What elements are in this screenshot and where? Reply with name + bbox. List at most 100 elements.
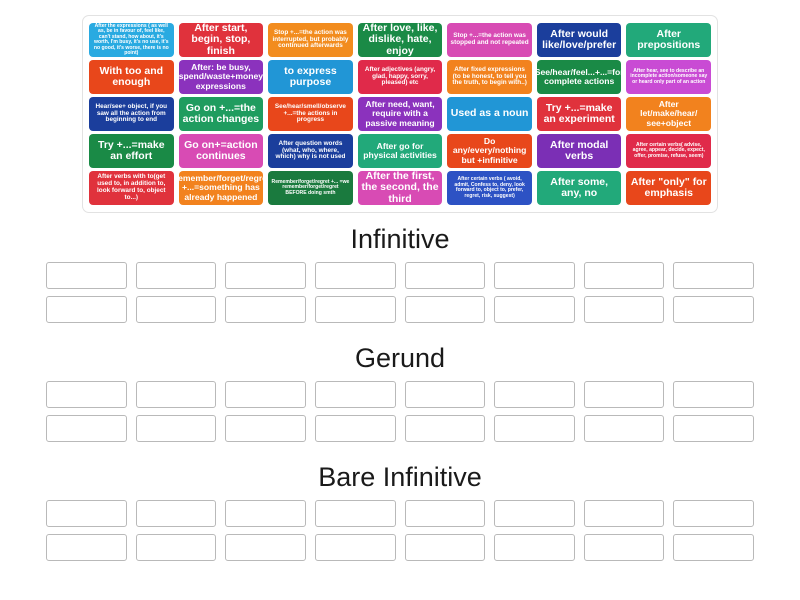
sortable-card[interactable]: After question words (what, who, where, … xyxy=(268,134,353,168)
slot-row xyxy=(0,415,800,442)
sortable-card[interactable]: After fixed expressions (to be honest, t… xyxy=(447,60,532,94)
drop-slot[interactable] xyxy=(404,415,486,442)
drop-slot[interactable] xyxy=(225,534,306,561)
drop-slot[interactable] xyxy=(583,500,665,527)
drop-slot[interactable] xyxy=(583,296,665,323)
sortable-card[interactable]: Go on +...=the action changes xyxy=(178,97,264,131)
drop-slot[interactable] xyxy=(583,534,665,561)
drop-slot[interactable] xyxy=(314,415,396,442)
drop-slot[interactable] xyxy=(494,415,575,442)
drop-slot[interactable] xyxy=(46,381,127,408)
drop-slot[interactable] xyxy=(583,262,665,289)
sortable-card[interactable]: to express purpose xyxy=(268,60,353,94)
drop-slot[interactable] xyxy=(314,500,396,527)
sortable-card[interactable]: After the first, the second, the third xyxy=(357,171,443,205)
sortable-card[interactable]: After love, like, dislike, hate, enjoy xyxy=(357,23,443,57)
drop-slot[interactable] xyxy=(404,296,486,323)
sortable-card[interactable]: See/hear/smell/observe +...=the actions … xyxy=(268,97,353,131)
sortable-card[interactable]: After some, any, no xyxy=(536,171,622,205)
category-title: Infinitive xyxy=(350,224,450,254)
drop-slot[interactable] xyxy=(404,500,486,527)
drop-slot[interactable] xyxy=(135,296,217,323)
sortable-card[interactable]: Stop +...=the action was stopped and not… xyxy=(447,23,532,57)
card-bank-panel: After the expressions ( as well as, be i… xyxy=(82,15,718,213)
sortable-card[interactable]: After go for physical activities xyxy=(357,134,443,168)
category-gerund: Gerund xyxy=(0,345,800,449)
sortable-card[interactable]: Remember/forget/regret +...=something ha… xyxy=(178,171,264,205)
drop-slot[interactable] xyxy=(494,534,575,561)
sortable-card[interactable]: Do any/every/nothing but +infinitive xyxy=(447,134,532,168)
drop-slot[interactable] xyxy=(673,262,754,289)
card-bank-row: Hear/see+ object, if you saw all the act… xyxy=(89,97,712,131)
drop-slot[interactable] xyxy=(673,415,754,442)
sortable-card[interactable]: After need, want, require with a passive… xyxy=(357,97,443,131)
sortable-card[interactable]: After modal verbs xyxy=(536,134,622,168)
sortable-card[interactable]: After start, begin, stop, finish xyxy=(178,23,264,57)
drop-slot[interactable] xyxy=(494,381,575,408)
drop-slot[interactable] xyxy=(673,500,754,527)
drop-slot[interactable] xyxy=(673,534,754,561)
drop-slot[interactable] xyxy=(404,534,486,561)
drop-slot[interactable] xyxy=(494,500,575,527)
drop-slot[interactable] xyxy=(673,296,754,323)
drop-slot[interactable] xyxy=(314,262,396,289)
drop-slot[interactable] xyxy=(135,262,217,289)
category-title: Bare Infinitive xyxy=(318,462,482,492)
sortable-card[interactable]: After "only" for emphasis xyxy=(626,171,712,205)
slot-row xyxy=(0,296,800,323)
drop-slot[interactable] xyxy=(314,534,396,561)
drop-slot[interactable] xyxy=(225,296,306,323)
drop-slot[interactable] xyxy=(494,296,575,323)
drop-slot[interactable] xyxy=(314,381,396,408)
slot-row xyxy=(0,534,800,561)
sortable-card[interactable]: After hear, see to describe an incomplet… xyxy=(626,60,712,94)
card-bank-row: With too and enough After: be busy, spend… xyxy=(89,60,712,94)
sortable-card[interactable]: After: be busy, spend/waste+money expres… xyxy=(178,60,264,94)
drop-slot[interactable] xyxy=(404,262,486,289)
drop-slot[interactable] xyxy=(135,415,217,442)
category-infinitive: Infinitive xyxy=(0,226,800,330)
sortable-card[interactable]: Remember/forget/regret +... =we remember… xyxy=(268,171,353,205)
drop-slot[interactable] xyxy=(46,534,127,561)
drop-slot[interactable] xyxy=(583,381,665,408)
sortable-card[interactable]: Used as a noun xyxy=(447,97,532,131)
sortable-card[interactable]: Hear/see+ object, if you saw all the act… xyxy=(89,97,174,131)
category-bare-infinitive: Bare Infinitive xyxy=(0,464,800,568)
drop-slot[interactable] xyxy=(225,381,306,408)
sortable-card[interactable]: Go on+=action continues xyxy=(178,134,264,168)
drop-slot[interactable] xyxy=(314,296,396,323)
card-bank-row: After the expressions ( as well as, be i… xyxy=(89,23,712,57)
sortable-card[interactable]: See/hear/feel...+...=for complete action… xyxy=(536,60,622,94)
drop-slot[interactable] xyxy=(46,500,127,527)
drop-slot[interactable] xyxy=(404,381,486,408)
sortable-card[interactable]: Try +...=make an effort xyxy=(89,134,174,168)
group-sort-activity: After the expressions ( as well as, be i… xyxy=(0,0,800,600)
sortable-card[interactable]: With too and enough xyxy=(89,60,174,94)
sortable-card[interactable]: Try +...=make an experiment xyxy=(536,97,622,131)
drop-slot[interactable] xyxy=(225,415,306,442)
drop-slot[interactable] xyxy=(494,262,575,289)
drop-slot[interactable] xyxy=(673,381,754,408)
drop-slot[interactable] xyxy=(135,500,217,527)
sortable-card[interactable]: Stop +...=the action was interrupted, bu… xyxy=(268,23,353,57)
sortable-card[interactable]: After verbs with to(get used to, in addi… xyxy=(89,171,174,205)
drop-slot[interactable] xyxy=(135,381,217,408)
sortable-card[interactable]: After certain verbs ( avoid, admit, Conf… xyxy=(447,171,532,205)
drop-slot[interactable] xyxy=(135,534,217,561)
category-title: Gerund xyxy=(354,343,446,373)
sortable-card[interactable]: After prepositions xyxy=(626,23,712,57)
sortable-card[interactable]: After would like/love/prefer xyxy=(536,23,622,57)
slot-row xyxy=(0,262,800,289)
sortable-card[interactable]: After the expressions ( as well as, be i… xyxy=(89,23,174,57)
sortable-card[interactable]: After let/make/hear/ see+object xyxy=(626,97,712,131)
drop-slot[interactable] xyxy=(225,262,306,289)
drop-slot[interactable] xyxy=(583,415,665,442)
drop-slot[interactable] xyxy=(46,415,127,442)
slot-row xyxy=(0,381,800,408)
sortable-card[interactable]: After certain verbs( advise, agree, appe… xyxy=(626,134,712,168)
card-bank-row: Try +...=make an effort Go on+=action con… xyxy=(89,134,712,168)
sortable-card[interactable]: After adjectives (angry, glad, happy, so… xyxy=(357,60,443,94)
drop-slot[interactable] xyxy=(46,262,127,289)
drop-slot[interactable] xyxy=(46,296,127,323)
drop-slot[interactable] xyxy=(225,500,306,527)
